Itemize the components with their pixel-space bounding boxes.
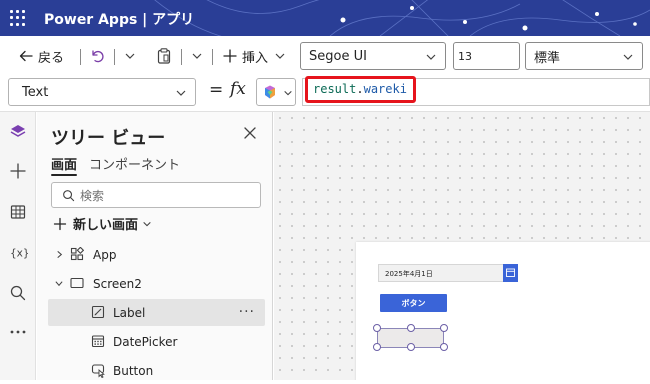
canvas-button[interactable]: ボタン — [380, 294, 447, 312]
app-icon — [70, 247, 84, 261]
label-edit-icon — [91, 305, 105, 319]
svg-text:{x}: {x} — [10, 248, 28, 260]
formula-text: result.wareki — [313, 82, 407, 96]
font-family-value: Segoe UI — [309, 48, 367, 64]
fx-icon[interactable]: fx — [230, 79, 246, 99]
property-dropdown[interactable]: Text — [8, 78, 196, 106]
tree-item-label: App — [93, 247, 117, 262]
tree-item-label-control[interactable]: Label ··· — [48, 299, 265, 326]
tree-view-layers-icon[interactable] — [8, 122, 28, 142]
resize-handle[interactable] — [407, 324, 415, 332]
formula-token-wareki: wareki — [363, 82, 407, 96]
canvas-label-selected[interactable] — [373, 324, 448, 351]
copilot-icon — [265, 85, 275, 99]
datepicker-value: 2025年4月1日 — [385, 270, 433, 278]
insert-label: 挿入 — [242, 50, 269, 66]
tree-item-label: Label — [113, 305, 146, 320]
undo-dropdown[interactable] — [124, 44, 136, 68]
more-options-icon[interactable]: ··· — [239, 304, 255, 320]
toolbar-divider — [114, 49, 115, 65]
tree-item-label: Screen2 — [93, 276, 142, 291]
chevron-down-icon — [275, 53, 285, 59]
toolbar-divider — [212, 49, 213, 65]
more-options-icon[interactable] — [8, 322, 28, 342]
property-value: Text — [22, 84, 49, 100]
paste-dropdown[interactable] — [191, 44, 203, 68]
formula-bar: Text = fx result.wareki — [0, 76, 650, 112]
chevron-down-icon — [143, 221, 151, 226]
tree-view-title: ツリー ビュー — [51, 128, 166, 149]
variables-icon[interactable]: {x} — [8, 242, 28, 262]
tree-item-screen2[interactable]: Screen2 — [48, 270, 265, 297]
search-icon[interactable] — [8, 283, 28, 303]
tree-item-label: Button — [113, 363, 154, 378]
undo-button[interactable] — [89, 44, 105, 68]
plus-icon — [53, 217, 67, 230]
left-rail: {x} — [0, 112, 36, 380]
resize-handle[interactable] — [440, 324, 448, 332]
tab-components[interactable]: コンポーネント — [89, 154, 180, 173]
screen-icon — [70, 277, 84, 289]
tree-search-input[interactable]: 検索 — [51, 182, 261, 208]
resize-handle[interactable] — [407, 343, 415, 351]
chevron-down-icon — [284, 90, 292, 96]
tree-view-panel: ツリー ビュー 画面 コンポーネント 検索 新しい画面 App Screen2 … — [37, 112, 273, 380]
datepicker-calendar-button[interactable] — [503, 264, 518, 282]
canvas-datepicker[interactable]: 2025年4月1日 — [378, 264, 518, 282]
insert-button[interactable]: 挿入 — [222, 44, 286, 68]
design-canvas[interactable]: 2025年4月1日 ボタン — [274, 112, 650, 380]
chevron-down-icon — [125, 53, 135, 59]
toolbar-divider — [80, 49, 81, 65]
formula-token-dot: . — [356, 82, 364, 96]
back-button[interactable]: 戻る — [18, 44, 64, 68]
paste-button[interactable] — [155, 44, 173, 68]
font-weight-dropdown[interactable]: 標準 — [525, 42, 643, 70]
copilot-button[interactable] — [256, 78, 296, 106]
search-icon — [63, 190, 75, 202]
formula-token-result: result — [313, 82, 357, 96]
tree-item-datepicker[interactable]: DatePicker — [48, 328, 265, 355]
search-placeholder: 検索 — [80, 188, 105, 203]
back-arrow-icon — [19, 50, 33, 62]
resize-handle[interactable] — [373, 324, 381, 332]
tab-screens[interactable]: 画面 — [51, 154, 77, 173]
back-label: 戻る — [38, 50, 65, 66]
calendar-icon — [91, 335, 105, 348]
font-size-input[interactable]: 13 — [453, 42, 520, 70]
command-bar: 戻る 挿入 Segoe UI 13 標準 — [0, 36, 650, 76]
new-screen-button[interactable]: 新しい画面 — [53, 214, 152, 233]
data-table-icon[interactable] — [8, 202, 28, 222]
tree-item-label: DatePicker — [113, 334, 178, 349]
button-icon — [91, 364, 105, 378]
chevron-right-icon[interactable] — [55, 250, 64, 259]
app-title: Power Apps | アプリ — [44, 12, 195, 28]
toolbar-divider — [181, 49, 182, 65]
app-launcher-icon[interactable] — [9, 9, 27, 27]
plus-icon — [223, 49, 237, 63]
chevron-down-icon — [192, 53, 202, 59]
calendar-icon — [506, 268, 515, 277]
chevron-down-icon — [426, 54, 436, 60]
font-family-dropdown[interactable]: Segoe UI — [300, 42, 446, 70]
equals-sign: = — [209, 80, 224, 100]
new-screen-label: 新しい画面 — [73, 218, 139, 233]
insert-plus-icon[interactable] — [8, 161, 28, 181]
resize-handle[interactable] — [440, 343, 448, 351]
active-tab-indicator — [51, 174, 77, 176]
clipboard-icon — [157, 48, 171, 64]
screen-preview[interactable]: 2025年4月1日 ボタン — [356, 242, 650, 380]
chevron-down-icon — [623, 54, 633, 60]
font-size-value: 13 — [458, 49, 472, 63]
font-weight-value: 標準 — [534, 50, 561, 66]
title-bar: Power Apps | アプリ — [0, 0, 650, 36]
tree-item-app[interactable]: App — [48, 241, 265, 268]
close-icon[interactable] — [243, 126, 257, 140]
chevron-down-icon — [176, 90, 186, 96]
resize-handle[interactable] — [373, 343, 381, 351]
chevron-down-icon[interactable] — [54, 279, 64, 288]
undo-icon — [92, 50, 104, 63]
